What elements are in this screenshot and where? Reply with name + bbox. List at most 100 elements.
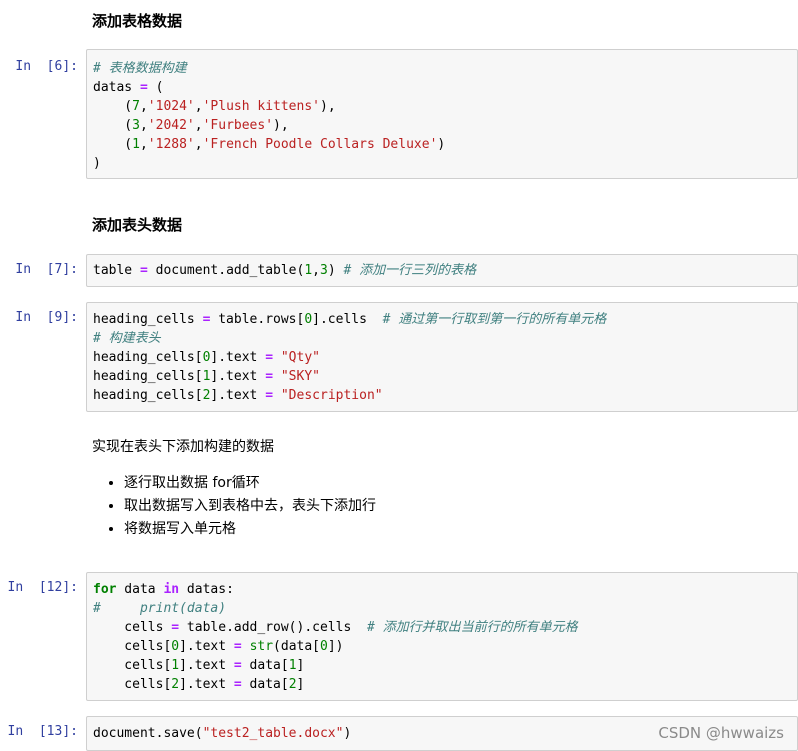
code-token: "Qty"	[273, 350, 320, 365]
code-token: 0	[171, 639, 180, 654]
cell-prompt: In [9]:	[15, 310, 78, 325]
code-token: )	[437, 137, 446, 152]
code-token: # print(data)	[93, 601, 227, 616]
code-token: 'Plush kittens'	[202, 99, 320, 114]
code-cell[interactable]: # 表格数据构建 datas = ( (7,'1024','Plush kitte…	[86, 49, 798, 179]
code-token: ].text	[179, 658, 234, 673]
code-line: heading_cells[2].text = "Description"	[93, 386, 797, 405]
code-token: heading_cells[	[93, 350, 203, 365]
markdown-bullet-list: 逐行取出数据 for循环 取出数据写入到表格中去，表头下添加行 将数据写入单元格	[108, 472, 376, 541]
code-token: =	[233, 639, 242, 654]
code-token: =	[265, 369, 274, 384]
code-token: # 添加一行三列的表格	[343, 263, 477, 278]
code-line: datas = (	[93, 78, 797, 97]
code-token: ].text	[179, 639, 234, 654]
code-token: )	[327, 263, 344, 278]
code-line: table = document.add_table(1,3) # 添加一行三列…	[93, 261, 797, 280]
code-token: (	[147, 80, 164, 95]
code-line: cells[2].text = data[2]	[93, 675, 797, 694]
code-token: )	[343, 726, 352, 741]
code-token: ].text	[179, 677, 234, 692]
code-editor[interactable]: # 表格数据构建 datas = ( (7,'1024','Plush kitte…	[87, 50, 797, 173]
code-line: heading_cells = table.rows[0].cells # 通过…	[93, 310, 797, 329]
code-cell[interactable]: table = document.add_table(1,3) # 添加一行三列…	[86, 254, 798, 287]
code-line: cells = table.add_row().cells # 添加行并取出当前…	[93, 618, 797, 637]
code-token: str	[249, 639, 274, 654]
code-token: 2	[171, 677, 180, 692]
code-token: "Description"	[273, 388, 383, 403]
code-token: ,	[194, 99, 203, 114]
code-token: 2	[288, 677, 297, 692]
code-token: 0	[304, 312, 313, 327]
list-item: 逐行取出数据 for循环	[124, 472, 376, 495]
code-line: cells[1].text = data[1]	[93, 656, 797, 675]
code-token: =	[233, 677, 242, 692]
code-token: ,	[312, 263, 320, 278]
code-token: cells	[93, 620, 172, 635]
code-token: cells[	[93, 677, 172, 692]
code-token: table.rows[	[210, 312, 305, 327]
code-cell[interactable]: for data in datas: # print(data) cells = …	[86, 572, 798, 701]
code-editor[interactable]: for data in datas: # print(data) cells = …	[87, 573, 797, 694]
code-token: heading_cells[	[93, 388, 203, 403]
code-token: (	[93, 118, 133, 133]
code-token: 1	[304, 263, 313, 278]
code-token: for	[93, 582, 117, 597]
code-token: table.add_row().cells	[179, 620, 367, 635]
code-token: (	[93, 137, 133, 152]
code-token: ),	[273, 118, 289, 133]
markdown-paragraph: 实现在表头下添加构建的数据	[92, 439, 274, 455]
code-token: 'Furbees'	[202, 118, 274, 133]
code-token: data[	[241, 658, 289, 673]
code-token: # 表格数据构建	[93, 61, 187, 76]
code-token: datas:	[179, 582, 234, 597]
code-token: '1024'	[147, 99, 195, 114]
code-token: data[	[241, 677, 289, 692]
code-token: ].cells	[312, 312, 383, 327]
code-token: ,	[139, 137, 148, 152]
code-token: ].text	[210, 350, 266, 365]
watermark: CSDN @hwwaizs	[658, 724, 784, 742]
code-token: 3	[132, 118, 140, 133]
code-line: (7,'1024','Plush kittens'),	[93, 97, 797, 116]
cell-prompt: In [6]:	[15, 59, 78, 74]
code-token: =	[265, 388, 274, 403]
code-token: =	[139, 263, 148, 278]
code-editor[interactable]: table = document.add_table(1,3) # 添加一行三列…	[87, 255, 797, 280]
code-line: cells[0].text = str(data[0])	[93, 637, 797, 656]
code-token: cells[	[93, 658, 172, 673]
code-token: heading_cells[	[93, 369, 203, 384]
code-token: # 添加行并取出当前行的所有单元格	[366, 620, 578, 635]
code-line: for data in datas:	[93, 580, 797, 599]
code-token: ,	[139, 99, 148, 114]
code-editor[interactable]: heading_cells = table.rows[0].cells # 通过…	[87, 303, 797, 405]
code-token: 0	[320, 639, 328, 654]
code-token: ,	[194, 137, 203, 152]
code-token: '2042'	[147, 118, 195, 133]
code-token: # 通过第一行取到第一行的所有单元格	[382, 312, 607, 327]
code-token: # 构建表头	[93, 331, 161, 346]
code-token: )	[93, 156, 101, 171]
cell-prompt: In [12]:	[7, 580, 78, 595]
code-token: in	[163, 582, 180, 597]
code-token: ,	[194, 118, 203, 133]
code-line: # 构建表头	[93, 329, 797, 348]
section-heading-add-table-data: 添加表格数据	[92, 12, 183, 30]
code-token: =	[265, 350, 274, 365]
code-token: =	[139, 80, 148, 95]
cell-prompt: In [13]:	[7, 724, 78, 739]
code-line: # 表格数据构建	[93, 59, 797, 78]
code-token: 1	[132, 137, 140, 152]
code-token: =	[171, 620, 180, 635]
code-token: 3	[320, 263, 328, 278]
code-token: 1	[288, 658, 297, 673]
code-token: "test2_table.docx"	[202, 726, 344, 741]
code-token: (	[93, 99, 133, 114]
code-token: ),	[320, 99, 336, 114]
code-cell[interactable]: heading_cells = table.rows[0].cells # 通过…	[86, 302, 798, 412]
code-token: document.add_table(	[147, 263, 305, 278]
code-token: ,	[139, 118, 148, 133]
code-line: # print(data)	[93, 599, 797, 618]
code-token: document.save(	[93, 726, 203, 741]
